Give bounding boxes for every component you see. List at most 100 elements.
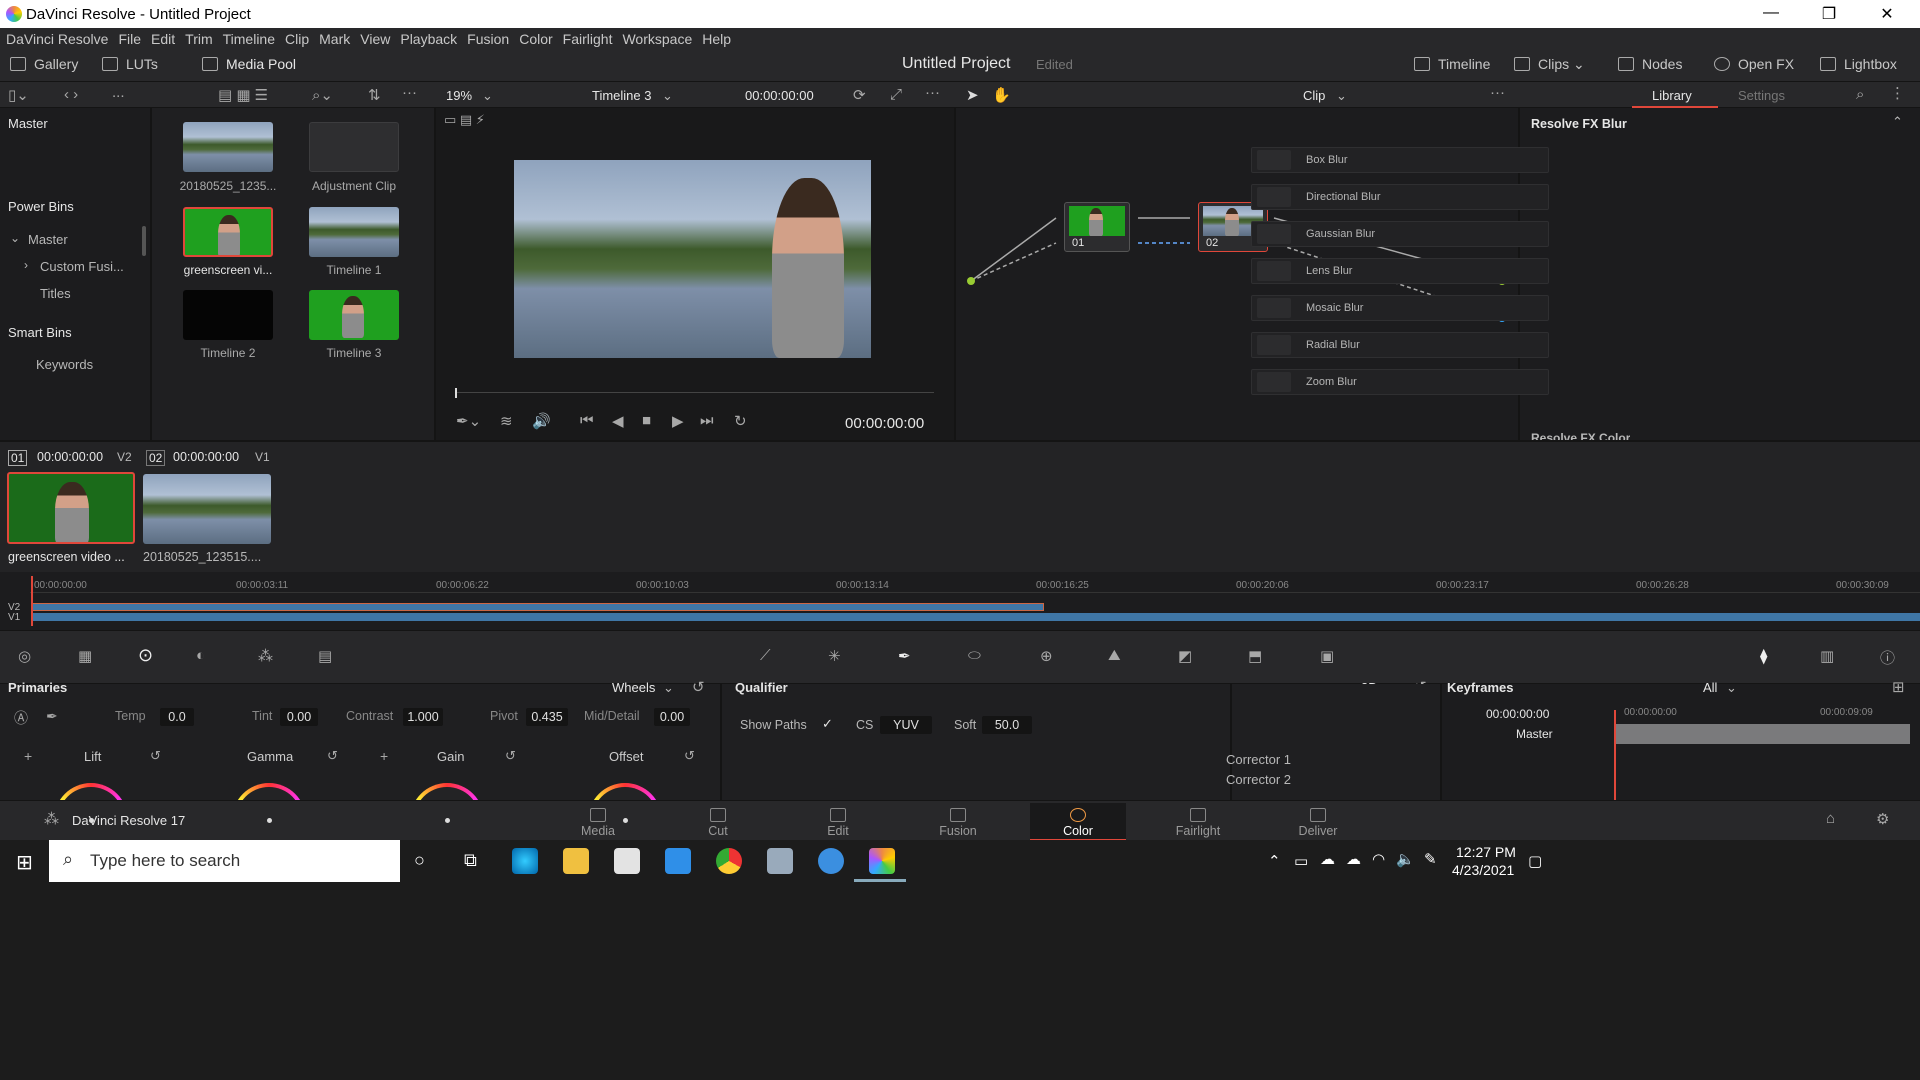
power-bin-custom[interactable]: Custom Fusi... — [40, 259, 124, 274]
skip-end-icon[interactable]: ⏭ — [700, 412, 714, 429]
node-01[interactable]: 01 — [1064, 202, 1130, 252]
v2-clip-bar[interactable] — [32, 603, 1044, 611]
hdr-wheels-icon[interactable]: ◐ — [196, 647, 205, 664]
tab-library[interactable]: Library — [1652, 88, 1692, 103]
gamma-reset-icon[interactable]: ↺ — [327, 748, 338, 764]
curves-icon[interactable]: ⟋ — [760, 647, 771, 664]
more-path-icon[interactable]: ... — [112, 84, 125, 101]
gamma-wheel-handle[interactable] — [267, 818, 272, 823]
home-icon[interactable]: ⌂ — [1826, 810, 1835, 827]
list-view-icon[interactable]: ▤ ▦ ☰ — [218, 86, 268, 104]
lift-wheel-handle[interactable] — [89, 818, 94, 823]
kf-row-corrector-2[interactable]: Corrector 2 — [1178, 772, 1312, 792]
menu-mark[interactable]: Mark — [319, 31, 350, 47]
color-warper-icon[interactable]: ✳ — [828, 647, 841, 665]
menu-playback[interactable]: Playback — [400, 31, 457, 47]
maximize-button[interactable]: ❐ — [1806, 4, 1852, 24]
expand-chevron-icon[interactable]: ⌄ — [10, 231, 20, 245]
zoom-level[interactable]: 19% — [446, 88, 472, 103]
clip-mode-selector[interactable]: Clip — [1303, 88, 1325, 103]
menu-davinci[interactable]: DaVinci Resolve — [6, 31, 108, 47]
menu-help[interactable]: Help — [702, 31, 731, 47]
cortana-icon[interactable]: ○ — [414, 850, 425, 871]
page-media[interactable]: Media — [550, 803, 646, 841]
skip-start-icon[interactable]: ⏮ — [580, 412, 594, 429]
scopes-icon[interactable]: ▥ — [1820, 647, 1834, 665]
white-balance-picker-icon[interactable]: ✒ — [46, 708, 58, 725]
menu-view[interactable]: View — [360, 31, 390, 47]
magic-mask-icon[interactable]: ⛰ — [1108, 647, 1121, 664]
hand-icon[interactable]: ✋ — [992, 86, 1011, 104]
media-pool-button[interactable]: Media Pool — [202, 56, 296, 72]
sizing-icon[interactable]: ▣ — [1320, 647, 1334, 665]
gain-reset-icon[interactable]: ↺ — [505, 748, 516, 764]
more-options-icon[interactable]: ··· — [402, 84, 417, 101]
layers-icon[interactable]: ≋ — [500, 412, 513, 430]
color-wheels-icon[interactable]: ⊙ — [138, 645, 153, 666]
timeline-3-thumb[interactable] — [309, 290, 399, 340]
notifications-icon[interactable]: ▢ — [1528, 852, 1542, 870]
timeline-1-thumb[interactable] — [309, 207, 399, 257]
menu-fairlight[interactable]: Fairlight — [563, 31, 613, 47]
stop-icon[interactable]: ■ — [642, 412, 651, 429]
timeline-selector[interactable]: Timeline 3 — [592, 88, 651, 103]
step-back-icon[interactable]: ◀ — [612, 412, 624, 430]
task-view-icon[interactable]: ⧉ — [464, 850, 477, 871]
info-icon[interactable]: ⓘ — [1880, 647, 1895, 668]
fx-lens-blur[interactable]: Lens Blur — [1251, 258, 1549, 284]
bypass-icon[interactable]: ⟳ — [853, 86, 866, 104]
keyframes-filter[interactable]: All — [1703, 680, 1717, 695]
temp-value[interactable]: 0.0 — [160, 708, 194, 726]
zoom-dropdown-icon[interactable]: ⌄ — [482, 88, 493, 104]
pen-icon[interactable]: ✎ — [1424, 850, 1437, 868]
picker-icon[interactable]: ✒⌄ — [456, 412, 481, 430]
windows-start-icon[interactable]: ⊞ — [16, 850, 33, 875]
fx-directional-blur[interactable]: Directional Blur — [1251, 184, 1549, 210]
play-icon[interactable]: ▶ — [672, 412, 684, 430]
page-color[interactable]: Color — [1030, 803, 1126, 841]
clips-button[interactable]: Clips ⌄ — [1514, 56, 1585, 73]
keyframe-playhead[interactable] — [1614, 710, 1616, 800]
menu-timeline[interactable]: Timeline — [223, 31, 275, 47]
adjustment-clip-thumb[interactable] — [309, 122, 399, 172]
lift-picker-icon[interactable]: + — [24, 748, 32, 764]
search-icon[interactable]: ⌕⌄ — [312, 86, 333, 104]
lift-reset-icon[interactable]: ↺ — [150, 748, 161, 764]
battery-icon[interactable]: ▭ — [1294, 852, 1308, 870]
clock-time[interactable]: 12:27 PM — [1456, 844, 1516, 860]
master-keyframe-track[interactable] — [1614, 724, 1910, 744]
contrast-value[interactable]: 1.000 — [403, 708, 443, 726]
menu-clip[interactable]: Clip — [285, 31, 309, 47]
tray-chevron-icon[interactable]: ⌃ — [1268, 852, 1281, 870]
tracker-icon[interactable]: ⊕ — [1040, 647, 1053, 665]
davinci-taskbar-icon[interactable] — [869, 848, 895, 874]
page-fusion[interactable]: Fusion — [910, 803, 1006, 841]
smart-bin-keywords[interactable]: Keywords — [36, 357, 93, 372]
file-explorer-icon[interactable] — [563, 848, 589, 874]
menu-trim[interactable]: Trim — [185, 31, 212, 47]
fx-radial-blur[interactable]: Radial Blur — [1251, 332, 1549, 358]
scrubber-bar[interactable] — [456, 392, 934, 393]
menu-color[interactable]: Color — [519, 31, 552, 47]
tint-value[interactable]: 0.00 — [280, 708, 318, 726]
color-match-icon[interactable]: ▦ — [78, 647, 92, 665]
clip-dropdown-icon[interactable]: ⌄ — [1336, 88, 1347, 104]
nav-back-icon[interactable]: ‹ › — [64, 86, 78, 103]
blur-tool-icon[interactable]: ◩ — [1178, 647, 1192, 665]
library-search-icon[interactable]: ⌕ — [1856, 86, 1864, 103]
sort-icon[interactable]: ⇅ — [368, 86, 381, 104]
gallery-button[interactable]: Gallery — [10, 56, 78, 72]
clock-date[interactable]: 4/23/2021 — [1452, 862, 1514, 878]
viewer-more-icon[interactable]: ··· — [925, 84, 940, 101]
fx-gaussian-blur[interactable]: Gaussian Blur — [1251, 221, 1549, 247]
window-icon[interactable]: ⬭ — [968, 647, 981, 664]
app-icon[interactable] — [767, 848, 793, 874]
settings-gear-icon[interactable]: ⚙ — [1876, 810, 1889, 828]
wheels-mode-selector[interactable]: Wheels — [612, 680, 655, 695]
v1-clip-bar[interactable] — [32, 613, 1920, 621]
chrome-icon[interactable] — [716, 848, 742, 874]
cloud-icon[interactable]: ☁ — [1346, 850, 1361, 868]
bin-master[interactable]: Master — [8, 116, 48, 131]
playhead[interactable] — [31, 576, 33, 626]
page-edit[interactable]: Edit — [790, 803, 886, 841]
